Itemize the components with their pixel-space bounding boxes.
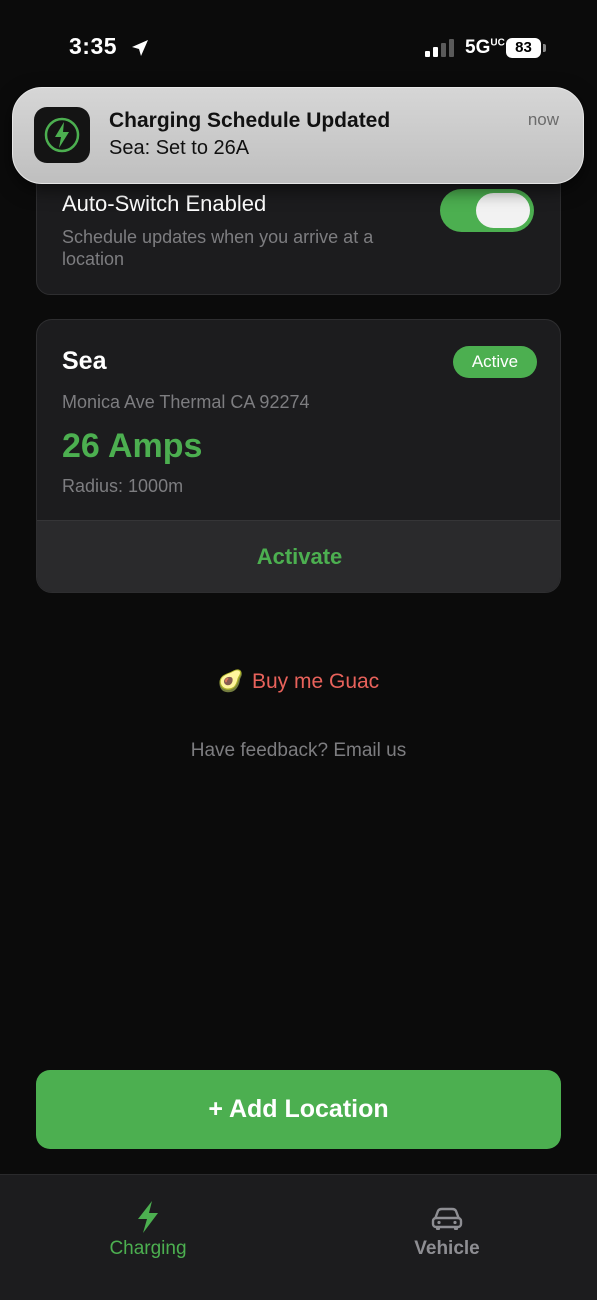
app-screen: 3:35 5GUC 83 Auto-Switch Enabled Schedul… (0, 0, 597, 1300)
status-badge: Active (453, 346, 537, 378)
battery-level: 83 (506, 38, 541, 58)
battery-icon: 83 (506, 38, 546, 58)
notification-time: now (527, 110, 559, 129)
tab-vehicle-label: Vehicle (414, 1238, 480, 1259)
lightning-bolt-icon (138, 1201, 158, 1233)
auto-switch-title: Auto-Switch Enabled (62, 191, 267, 216)
auto-switch-description: Schedule updates when you arrive at a lo… (62, 227, 374, 269)
car-icon (431, 1207, 463, 1230)
battery-tip (543, 44, 546, 52)
tab-charging-label: Charging (109, 1238, 187, 1259)
toggle-knob (476, 193, 530, 228)
network-type: 5GUC (465, 37, 505, 59)
notification-body: Sea: Set to 26A (109, 137, 250, 159)
tab-charging[interactable]: Charging (48, 1175, 248, 1275)
status-time: 3:35 (69, 33, 118, 59)
auto-switch-toggle[interactable] (440, 189, 534, 232)
app-icon (34, 107, 90, 163)
activate-button[interactable]: Activate (37, 520, 560, 592)
location-card: Sea Active Monica Ave Thermal CA 92274 2… (36, 319, 561, 593)
avocado-icon: 🥑 (217, 670, 244, 694)
feedback-link[interactable]: Have feedback? Email us (0, 740, 597, 762)
notification-title: Charging Schedule Updated (109, 109, 391, 132)
location-amps: 26 Amps (62, 427, 203, 465)
tab-bar: Charging Vehicle (0, 1174, 597, 1300)
network-suffix: UC (490, 37, 505, 49)
cellular-signal-icon (425, 39, 454, 57)
add-location-button[interactable]: + Add Location (36, 1070, 561, 1149)
network-label: 5G (465, 37, 491, 58)
notification-banner[interactable]: Charging Schedule Updated Sea: Set to 26… (12, 87, 584, 184)
tab-vehicle[interactable]: Vehicle (347, 1175, 547, 1275)
location-name: Sea (62, 347, 107, 375)
lightning-bolt-icon (44, 117, 80, 153)
buy-me-guac-link[interactable]: 🥑 Buy me Guac (0, 670, 597, 694)
status-bar: 3:35 5GUC 83 (0, 0, 597, 90)
location-radius: Radius: 1000m (62, 476, 184, 496)
location-arrow-icon (132, 40, 148, 56)
location-address: Monica Ave Thermal CA 92274 (62, 392, 310, 412)
buy-me-guac-label: Buy me Guac (251, 670, 380, 693)
